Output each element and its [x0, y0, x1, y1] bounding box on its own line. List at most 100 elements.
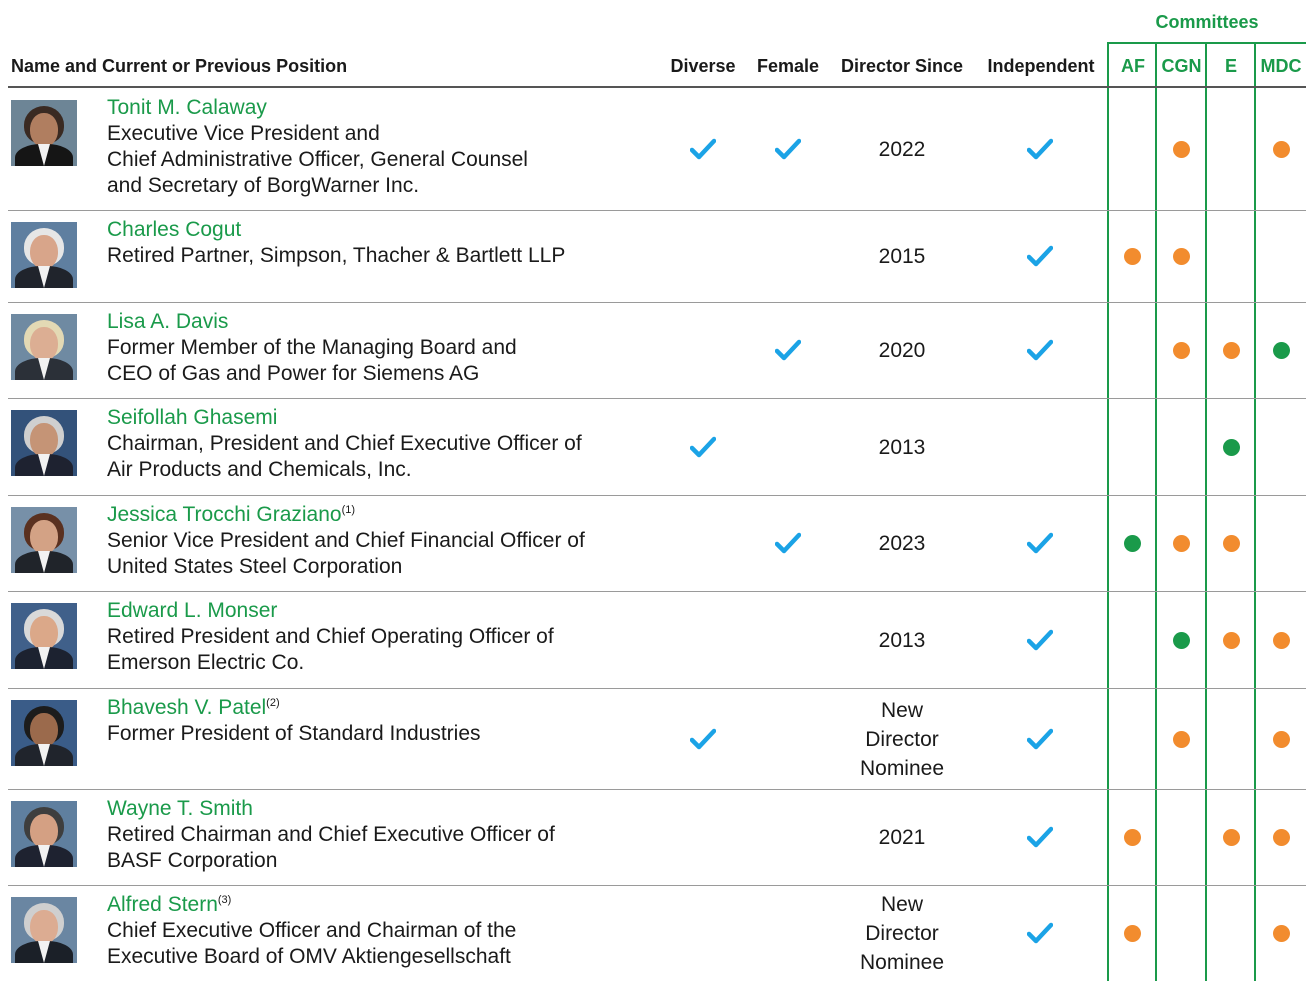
footnote-marker: (1): [341, 504, 356, 516]
director-position-line: Retired Partner, Simpson, Thacher & Bart…: [107, 244, 566, 267]
header-af: AF: [1121, 56, 1145, 76]
director-name-text: Edward L. Monser: [107, 599, 278, 622]
committee-mdc-member-dot: [1273, 632, 1290, 649]
director-name-text: Tonit M. Calaway: [107, 96, 267, 119]
director-name: Edward L. Monser: [107, 598, 277, 624]
director-position-line: Senior Vice President and Chief Financia…: [107, 529, 585, 552]
committee-e-member-dot: [1223, 829, 1240, 846]
director-name: Tonit M. Calaway: [107, 95, 267, 121]
committee-mdc-member-dot: [1273, 731, 1290, 748]
director-since: 2022: [878, 137, 926, 161]
diverse-check-icon: [689, 138, 717, 160]
director-photo: [11, 801, 77, 867]
director-position-line: Retired President and Chief Operating Of…: [107, 625, 554, 648]
header-cgn: CGN: [1161, 56, 1202, 76]
director-name: Wayne T. Smith: [107, 796, 253, 822]
row-divider: [8, 885, 1306, 886]
director-since: Director: [865, 727, 939, 751]
row-divider: [8, 398, 1306, 399]
committee-e-member-dot: [1223, 342, 1240, 359]
director-since: 2023: [878, 531, 926, 555]
director-position-line: BASF Corporation: [107, 849, 278, 872]
independent-check-icon: [1026, 826, 1054, 848]
committee-af-member-dot: [1124, 248, 1141, 265]
director-name-text: Jessica Trocchi Graziano: [107, 503, 342, 526]
director-since: New: [880, 698, 923, 722]
female-check-icon: [774, 138, 802, 160]
director-position-line: Emerson Electric Co.: [107, 651, 305, 674]
independent-check-icon: [1026, 922, 1054, 944]
header-name: Name and Current or Previous Position: [11, 56, 348, 76]
committee-mdc-member-dot: [1273, 141, 1290, 158]
director-since: 2021: [878, 825, 926, 849]
committee-cgn-member-dot: [1173, 248, 1190, 265]
diverse-check-icon: [689, 436, 717, 458]
director-position-line: Executive Board of OMV Aktiengesellschaf…: [107, 945, 511, 968]
header-female: Female: [756, 56, 820, 76]
independent-check-icon: [1026, 245, 1054, 267]
director-name-text: Wayne T. Smith: [107, 797, 253, 820]
director-position-line: CEO of Gas and Power for Siemens AG: [107, 362, 480, 385]
independent-check-icon: [1026, 339, 1054, 361]
committee-cgn-member-dot: [1173, 535, 1190, 552]
director-since: Director: [865, 921, 939, 945]
diverse-check-icon: [689, 728, 717, 750]
director-position-line: United States Steel Corporation: [107, 555, 403, 578]
director-photo: [11, 100, 77, 166]
committee-divider: [1107, 42, 1109, 981]
committee-cgn-member-dot: [1173, 141, 1190, 158]
committee-divider: [1254, 42, 1256, 981]
row-divider: [8, 302, 1306, 303]
director-name: Seifollah Ghasemi: [107, 405, 277, 431]
header-rule: [8, 86, 1306, 88]
director-photo: [11, 897, 77, 963]
header-director-since: Director Since: [840, 56, 964, 76]
committees-label: Committees: [1155, 12, 1259, 32]
director-name: Jessica Trocchi Graziano(1): [107, 502, 355, 528]
committee-divider: [1205, 42, 1207, 981]
director-name-text: Lisa A. Davis: [107, 310, 229, 333]
director-photo: [11, 314, 77, 380]
committee-af-member-dot: [1124, 925, 1141, 942]
independent-check-icon: [1026, 532, 1054, 554]
committee-cgn-member-dot: [1173, 731, 1190, 748]
director-name-text: Alfred Stern: [107, 893, 218, 916]
committee-mdc-member-dot: [1273, 829, 1290, 846]
director-since: Nominee: [859, 950, 945, 974]
director-since: 2020: [878, 338, 926, 362]
committee-divider: [1155, 42, 1157, 981]
committees-rule: [1108, 42, 1306, 44]
director-since: 2015: [878, 244, 926, 268]
director-photo: [11, 410, 77, 476]
director-position-line: Air Products and Chemicals, Inc.: [107, 458, 412, 481]
committee-e-member-dot: [1223, 535, 1240, 552]
committee-af-member-dot: [1124, 829, 1141, 846]
director-position-line: Chief Administrative Officer, General Co…: [107, 148, 528, 171]
director-since: 2013: [878, 628, 926, 652]
header-independent: Independent: [987, 56, 1095, 76]
header-e: E: [1224, 56, 1237, 76]
committee-mdc-member-dot: [1273, 925, 1290, 942]
director-photo: [11, 603, 77, 669]
director-since: 2013: [878, 435, 926, 459]
director-position-line: Retired Chairman and Chief Executive Off…: [107, 823, 555, 846]
footnote-marker: (3): [217, 894, 232, 906]
committee-e-member-dot: [1223, 632, 1240, 649]
row-divider: [8, 688, 1306, 689]
director-position-line: Former President of Standard Industries: [107, 722, 481, 745]
director-since: New: [880, 892, 923, 916]
director-name: Alfred Stern(3): [107, 892, 231, 918]
independent-check-icon: [1026, 138, 1054, 160]
row-divider: [8, 591, 1306, 592]
director-name-text: Seifollah Ghasemi: [107, 406, 278, 429]
header-diverse: Diverse: [670, 56, 736, 76]
director-position-line: Chief Executive Officer and Chairman of …: [107, 919, 517, 942]
director-position-line: and Secretary of BorgWarner Inc.: [107, 174, 420, 197]
director-name-text: Bhavesh V. Patel: [107, 696, 267, 719]
director-position-line: Chairman, President and Chief Executive …: [107, 432, 582, 455]
director-name-text: Charles Cogut: [107, 218, 242, 241]
header-mdc: MDC: [1260, 56, 1302, 76]
row-divider: [8, 495, 1306, 496]
committee-e-chair-dot: [1223, 439, 1240, 456]
row-divider: [8, 789, 1306, 790]
